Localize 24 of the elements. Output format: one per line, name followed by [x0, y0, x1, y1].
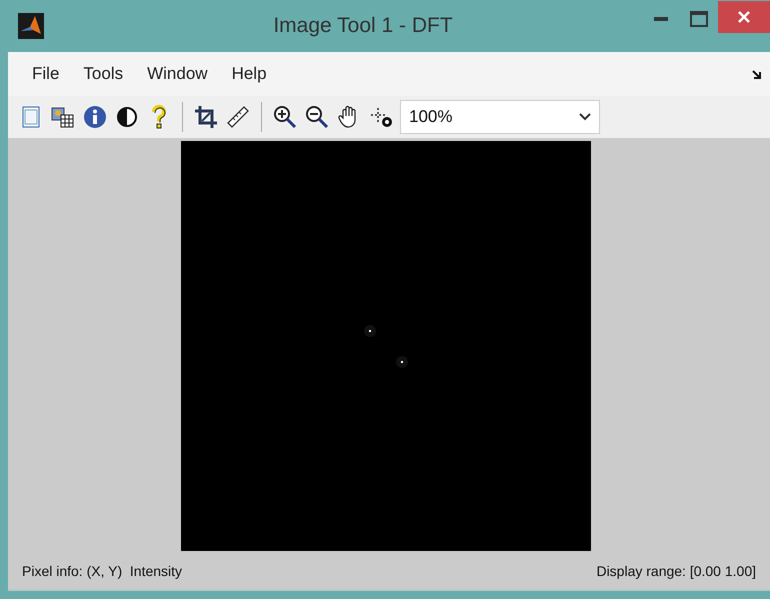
- contrast-icon[interactable]: [116, 106, 138, 128]
- info-icon[interactable]: [83, 105, 107, 129]
- document-icon[interactable]: [22, 106, 40, 128]
- zoom-in-icon[interactable]: [273, 105, 297, 129]
- menu-item[interactable]: Window: [135, 64, 220, 84]
- app-icon: [18, 13, 44, 39]
- zoom-dropdown[interactable]: 100%: [400, 100, 600, 134]
- display-range-text: Display range: [0.00 1.00]: [596, 563, 756, 579]
- ruler-icon[interactable]: [226, 105, 250, 129]
- window-title: Image Tool 1 - DFT: [272, 14, 454, 38]
- zoom-out-icon[interactable]: [305, 105, 329, 129]
- chevron-down-icon: [579, 113, 591, 121]
- maximize-icon[interactable]: [690, 11, 708, 27]
- help-icon[interactable]: [151, 104, 167, 130]
- menu-item[interactable]: Help: [220, 64, 279, 84]
- pixel-region-icon[interactable]: [369, 106, 393, 128]
- dock-arrow-icon[interactable]: [752, 69, 762, 79]
- menu-item[interactable]: Tools: [71, 64, 136, 84]
- image-grid-icon[interactable]: [51, 106, 75, 128]
- menu-item[interactable]: File: [20, 64, 72, 84]
- close-button[interactable]: [718, 1, 770, 33]
- crop-icon[interactable]: [194, 105, 218, 129]
- close-icon: [737, 10, 751, 24]
- pixel-info-text: Pixel info: (X, Y) Intensity: [22, 563, 182, 579]
